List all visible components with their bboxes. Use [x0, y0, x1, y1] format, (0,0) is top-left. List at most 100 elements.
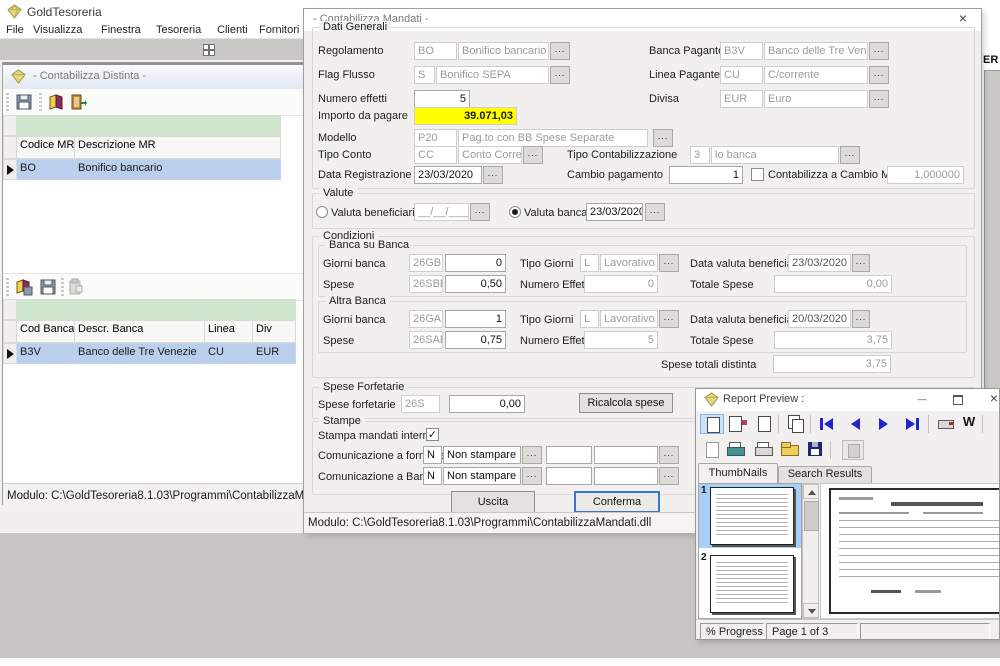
field-numero-effetti-ab[interactable]: 5 [584, 331, 658, 349]
watermark-icon[interactable]: W [960, 414, 978, 434]
field-data-valuta-beneficiario-ab[interactable]: 20/03/2020 [788, 310, 851, 328]
continuous-view-icon[interactable] [752, 414, 776, 434]
save-report-icon[interactable] [806, 440, 830, 460]
field-divisa-code[interactable]: EUR [720, 90, 763, 108]
field-spese-totali-distinta[interactable]: 3,75 [773, 355, 891, 373]
field-valuta-beneficiario[interactable]: __/__/____ [414, 203, 469, 221]
field-spese-ab-value[interactable]: 0,75 [445, 331, 506, 349]
tab-thumbnails[interactable]: ThumbNails [698, 463, 778, 483]
field-tipo-giorni-ab-code[interactable]: L [580, 310, 599, 328]
col-div[interactable]: Div [253, 320, 296, 343]
conferma-button[interactable]: Conferma [574, 491, 660, 513]
field-regolamento-desc[interactable]: Bonifico bancario [458, 42, 549, 60]
field-numero-effetti-bsb[interactable]: 0 [584, 275, 658, 293]
radio-valuta-banca[interactable] [509, 206, 521, 218]
single-page-view-icon[interactable] [700, 414, 724, 434]
field-com-banca-desc[interactable]: Non stampare [443, 467, 521, 485]
tab-search-results[interactable]: Search Results [778, 466, 872, 483]
field-com-banca-extra1[interactable] [546, 467, 592, 485]
checkbox-stampa-mandati-interni[interactable] [426, 428, 439, 441]
thumbnails-scrollbar[interactable] [802, 483, 819, 619]
field-cambio-pagamento[interactable]: 1 [669, 166, 743, 184]
next-page-icon[interactable] [874, 414, 898, 434]
ellipsis-button[interactable]: ... [470, 203, 490, 221]
field-linea-pagante-code[interactable]: CU [720, 66, 763, 84]
thumbnail-2-page[interactable] [710, 555, 794, 613]
field-spese-forfetarie-value[interactable]: 0,00 [449, 395, 525, 413]
ellipsis-button[interactable]: ... [645, 203, 665, 221]
last-page-icon[interactable] [902, 414, 926, 434]
print-setup-icon[interactable] [936, 414, 960, 434]
field-tipo-giorni-desc[interactable]: Lavorativo [600, 254, 658, 272]
thumbnail-1-page[interactable] [710, 487, 794, 545]
scrollbar-thumb[interactable] [804, 501, 819, 531]
field-divisa-desc[interactable]: Euro [764, 90, 868, 108]
uscita-button[interactable]: Uscita [451, 491, 535, 513]
field-totale-spese-bsb[interactable]: 0,00 [774, 275, 892, 293]
ellipsis-button[interactable]: ... [550, 66, 570, 84]
field-regolamento-code[interactable]: BO [414, 42, 457, 60]
exit-door-icon[interactable] [69, 93, 87, 111]
field-data-registrazione[interactable]: 23/03/2020 [414, 166, 482, 184]
field-cambio-medio[interactable]: 1,000000 [887, 166, 964, 184]
cell-div[interactable]: EUR [253, 343, 296, 364]
field-data-valuta-beneficiario[interactable]: 23/03/2020 [788, 254, 851, 272]
menu-clienti[interactable]: Clienti [217, 24, 248, 38]
cascade-pages-icon[interactable] [784, 414, 808, 434]
menu-file[interactable]: File [6, 24, 24, 38]
field-com-banca-extra2[interactable] [594, 467, 658, 485]
menu-visualizza[interactable]: Visualizza [33, 24, 82, 38]
ellipsis-button[interactable]: ... [659, 310, 679, 328]
field-modello-code[interactable]: P20 [414, 129, 457, 147]
field-banca-pagante-code[interactable]: B3V [720, 42, 763, 60]
field-tipo-contabilizzazione-desc[interactable]: lo banca [711, 146, 839, 164]
col-codice-mr[interactable]: Codice MR [17, 136, 75, 159]
close-icon[interactable] [986, 391, 1000, 407]
save-icon[interactable] [39, 278, 57, 296]
menu-tesoreria[interactable]: Tesoreria [156, 24, 201, 38]
field-tipo-conto-desc[interactable]: Conto Corrente [458, 146, 522, 164]
field-spese-code[interactable]: 26SBB [409, 275, 443, 293]
field-tipo-conto-code[interactable]: CC [414, 146, 457, 164]
ellipsis-button[interactable]: ... [653, 129, 673, 147]
tile-windows-icon[interactable] [203, 44, 214, 55]
first-page-icon[interactable] [818, 414, 842, 434]
field-tipo-giorni-code[interactable]: L [580, 254, 599, 272]
field-com-fornitore-extra2[interactable] [594, 446, 658, 464]
minimize-icon[interactable] [914, 391, 930, 407]
ellipsis-button[interactable]: ... [840, 146, 860, 164]
report-page[interactable] [829, 488, 1000, 614]
field-com-fornitore-desc[interactable]: Non stampare [443, 446, 521, 464]
ellipsis-button[interactable]: ... [659, 446, 679, 464]
field-flag-flusso-desc[interactable]: Bonifico SEPA [436, 66, 549, 84]
book-save-icon[interactable] [15, 278, 33, 296]
facing-pages-view-icon[interactable] [726, 414, 750, 434]
print-color-icon[interactable] [726, 440, 750, 460]
field-banca-pagante-desc[interactable]: Banco delle Tre Venezie [764, 42, 868, 60]
save-icon[interactable] [15, 93, 33, 111]
field-valuta-banca[interactable]: 23/03/2020 [586, 203, 643, 221]
ellipsis-button[interactable]: ... [550, 42, 570, 60]
banca-table-row[interactable]: B3V Banco delle Tre Venezie CU EUR [3, 343, 298, 364]
col-cod-banca[interactable]: Cod Banca [17, 320, 75, 343]
ellipsis-button[interactable]: ... [523, 146, 543, 164]
field-spese-ab-code[interactable]: 26SAB [409, 331, 443, 349]
maximize-icon[interactable] [950, 391, 966, 407]
field-giorni-banca-code[interactable]: 26GBB [409, 254, 443, 272]
field-numero-effetti[interactable]: 5 [414, 90, 470, 108]
radio-valuta-beneficiario[interactable] [316, 206, 328, 218]
field-spese-value[interactable]: 0,50 [445, 275, 506, 293]
field-linea-pagante-desc[interactable]: C/corrente [764, 66, 868, 84]
field-flag-flusso-code[interactable]: S [414, 66, 435, 84]
mr-table-row[interactable]: BO Bonifico bancario [3, 159, 298, 180]
scroll-up-button[interactable] [803, 484, 819, 499]
scroll-down-button[interactable] [803, 603, 819, 618]
field-com-fornitore-code[interactable]: N [423, 446, 442, 464]
col-linea[interactable]: Linea [205, 320, 253, 343]
field-modello-desc[interactable]: Pag.to con BB Spese Separate [458, 129, 648, 147]
close-icon[interactable] [955, 11, 971, 27]
menu-finestra[interactable]: Finestra [101, 24, 141, 38]
ellipsis-button[interactable]: ... [852, 254, 870, 272]
ellipsis-button[interactable]: ... [852, 310, 870, 328]
col-descr-banca[interactable]: Descr. Banca [75, 320, 205, 343]
